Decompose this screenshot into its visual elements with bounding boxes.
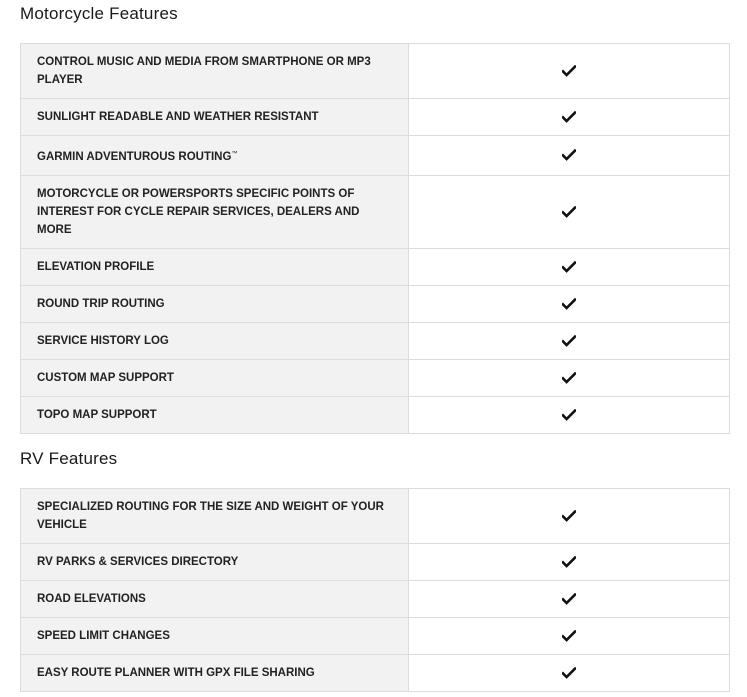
feature-label: TOPO MAP SUPPORT	[20, 396, 409, 434]
feature-support-cell	[408, 135, 730, 176]
feature-support-cell	[408, 98, 730, 136]
feature-support-cell	[408, 248, 730, 286]
feature-row: SPEED LIMIT CHANGES	[20, 617, 730, 655]
checkmark-icon	[562, 371, 576, 384]
rv-features-table: SPECIALIZED ROUTING FOR THE SIZE AND WEI…	[20, 488, 730, 692]
checkmark-icon	[562, 205, 576, 218]
feature-support-cell	[408, 488, 730, 544]
section-title-rv-features: RV Features	[20, 449, 118, 468]
checkmark-icon	[562, 509, 576, 522]
feature-row: EASY ROUTE PLANNER WITH GPX FILE SHARING	[20, 654, 730, 692]
feature-label: EASY ROUTE PLANNER WITH GPX FILE SHARING	[20, 654, 409, 692]
rv-features-rows: SPECIALIZED ROUTING FOR THE SIZE AND WEI…	[20, 488, 730, 692]
motorcycle-features-table: CONTROL MUSIC AND MEDIA FROM SMARTPHONE …	[20, 43, 730, 434]
feature-label: CONTROL MUSIC AND MEDIA FROM SMARTPHONE …	[20, 43, 409, 99]
feature-support-cell	[408, 175, 730, 249]
checkmark-icon	[562, 110, 576, 123]
feature-label: ROAD ELEVATIONS	[20, 580, 409, 618]
feature-row: SERVICE HISTORY LOG	[20, 322, 730, 360]
feature-support-cell	[408, 322, 730, 360]
feature-row: TOPO MAP SUPPORT	[20, 396, 730, 434]
motorcycle-features-rows: CONTROL MUSIC AND MEDIA FROM SMARTPHONE …	[20, 43, 730, 434]
feature-row: SPECIALIZED ROUTING FOR THE SIZE AND WEI…	[20, 488, 730, 544]
feature-support-cell	[408, 617, 730, 655]
checkmark-icon	[562, 64, 576, 77]
section-title-motorcycle-features: Motorcycle Features	[20, 4, 178, 23]
feature-support-cell	[408, 359, 730, 397]
checkmark-icon	[562, 592, 576, 605]
feature-label: CUSTOM MAP SUPPORT	[20, 359, 409, 397]
checkmark-icon	[562, 260, 576, 273]
feature-label: SERVICE HISTORY LOG	[20, 322, 409, 360]
feature-support-cell	[408, 580, 730, 618]
feature-support-cell	[408, 43, 730, 99]
checkmark-icon	[562, 629, 576, 642]
feature-support-cell	[408, 396, 730, 434]
feature-row: ELEVATION PROFILE	[20, 248, 730, 286]
feature-label: ROUND TRIP ROUTING	[20, 285, 409, 323]
feature-label: ELEVATION PROFILE	[20, 248, 409, 286]
feature-label: GARMIN ADVENTUROUS ROUTING™	[20, 135, 409, 176]
feature-row: ROAD ELEVATIONS	[20, 580, 730, 618]
feature-support-cell	[408, 543, 730, 581]
feature-support-cell	[408, 654, 730, 692]
feature-row: CUSTOM MAP SUPPORT	[20, 359, 730, 397]
feature-support-cell	[408, 285, 730, 323]
checkmark-icon	[562, 334, 576, 347]
feature-label: SPECIALIZED ROUTING FOR THE SIZE AND WEI…	[20, 488, 409, 544]
feature-row: RV PARKS & SERVICES DIRECTORY	[20, 543, 730, 581]
checkmark-icon	[562, 297, 576, 310]
feature-row: SUNLIGHT READABLE AND WEATHER RESISTANT	[20, 98, 730, 136]
feature-row: CONTROL MUSIC AND MEDIA FROM SMARTPHONE …	[20, 43, 730, 99]
feature-label: SPEED LIMIT CHANGES	[20, 617, 409, 655]
checkmark-icon	[562, 149, 576, 162]
checkmark-icon	[562, 666, 576, 679]
feature-row: ROUND TRIP ROUTING	[20, 285, 730, 323]
feature-row: MOTORCYCLE OR POWERSPORTS SPECIFIC POINT…	[20, 175, 730, 249]
checkmark-icon	[562, 555, 576, 568]
feature-label: RV PARKS & SERVICES DIRECTORY	[20, 543, 409, 581]
checkmark-icon	[562, 408, 576, 421]
feature-label: MOTORCYCLE OR POWERSPORTS SPECIFIC POINT…	[20, 175, 409, 249]
feature-label: SUNLIGHT READABLE AND WEATHER RESISTANT	[20, 98, 409, 136]
feature-row: GARMIN ADVENTUROUS ROUTING™	[20, 135, 730, 176]
